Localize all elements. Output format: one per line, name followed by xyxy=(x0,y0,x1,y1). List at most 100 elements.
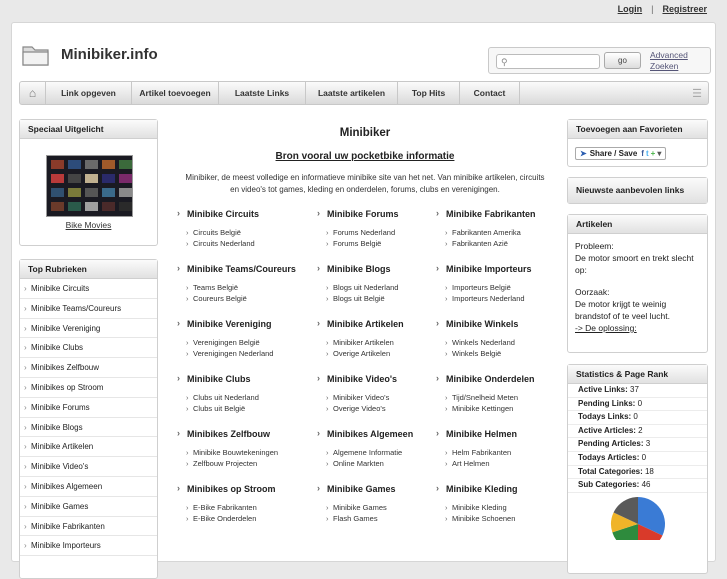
article-cause-label: Oorzaak: xyxy=(575,287,610,297)
page-description: Minibiker, de meest volledige en informa… xyxy=(185,173,545,194)
newest-links-title: Nieuwste aanbevolen links xyxy=(568,178,707,203)
category-title[interactable]: Minibike Fabrikanten xyxy=(434,208,574,219)
stat-row: Pending Links: 0 xyxy=(568,398,707,412)
subcategory-link[interactable]: Winkels Nederland xyxy=(434,337,574,348)
list-item[interactable]: Minibike Forums xyxy=(20,398,157,418)
share-icon: ➤ xyxy=(580,149,587,158)
stat-row: Sub Categories: 46 xyxy=(568,479,707,493)
search-go-button[interactable]: go xyxy=(604,52,641,69)
bike-movies-link[interactable]: Bike Movies xyxy=(20,220,157,230)
category-title[interactable]: Minibike Kleding xyxy=(434,483,574,494)
page-subtitle[interactable]: Bron vooral uw pocketbike informatie xyxy=(170,151,560,162)
list-item[interactable]: Minibike Fabrikanten xyxy=(20,517,157,537)
subcategory-link[interactable]: Importeurs België xyxy=(434,282,574,293)
list-item[interactable]: Minibike Vereniging xyxy=(20,319,157,339)
nav-artikel-toevoegen[interactable]: Artikel toevoegen xyxy=(132,82,219,104)
subcategory-link[interactable]: Clubs uit België xyxy=(175,403,315,414)
subcategory-link[interactable]: Minibike Bouwtekeningen xyxy=(175,447,315,458)
category-block: Minibike Helmen Helm FabrikantenArt Helme… xyxy=(434,428,574,469)
category-title[interactable]: Minibike Helmen xyxy=(434,428,574,439)
nav-top-hits[interactable]: Top Hits xyxy=(398,82,460,104)
stat-value: 0 xyxy=(635,398,643,408)
search-input[interactable]: ⚲ xyxy=(496,54,600,69)
list-item[interactable]: Minibike Circuits xyxy=(20,279,157,299)
category-title[interactable]: Minibikes op Stroom xyxy=(175,483,315,494)
list-item[interactable]: Minibikes op Stroom xyxy=(20,378,157,398)
site-header: Minibiker.info xyxy=(21,41,201,73)
stat-label: Sub Categories: xyxy=(578,480,640,490)
stat-value: 3 xyxy=(643,439,651,449)
list-item[interactable]: Minibike Blogs xyxy=(20,418,157,438)
subcategory-link[interactable]: Minibike Schoenen xyxy=(434,513,574,524)
subcategory-link[interactable]: Art Helmen xyxy=(434,458,574,469)
stat-value: 0 xyxy=(639,452,647,462)
subcategory-link[interactable]: Clubs uit Nederland xyxy=(175,392,315,403)
login-link[interactable]: Login xyxy=(618,4,643,14)
category-title[interactable]: Minibikes Zelfbouw xyxy=(175,428,315,439)
search-box: ⚲ go Advanced Zoeken xyxy=(488,47,711,74)
stat-row: Todays Links: 0 xyxy=(568,411,707,425)
subcategory-link[interactable]: Tijd/Snelheid Meten xyxy=(434,392,574,403)
bike-movies-thumbnail[interactable] xyxy=(46,155,133,217)
list-item[interactable]: Minibike Importeurs xyxy=(20,536,157,557)
list-item[interactable]: Minibikes Zelfbouw xyxy=(20,358,157,378)
register-link[interactable]: Registreer xyxy=(662,4,707,14)
list-item[interactable]: Minibike Teams/Coureurs xyxy=(20,299,157,319)
article-solution-link[interactable]: -> De oplossing: xyxy=(575,322,700,334)
stat-label: Active Articles: xyxy=(578,425,636,435)
subcategory-link[interactable]: Verenigingen België xyxy=(175,337,315,348)
search-icon: ⚲ xyxy=(501,57,508,67)
subcategory-link[interactable]: Importeurs Nederland xyxy=(434,293,574,304)
subcategory-link[interactable]: Fabrikanten Azië xyxy=(434,238,574,249)
pagerank-pie-chart xyxy=(611,497,665,540)
stat-row: Active Links: 37 xyxy=(568,384,707,398)
rss-icon[interactable]: ☰ xyxy=(686,87,708,100)
subcategory-link[interactable]: Circuits Nederland xyxy=(175,238,315,249)
main-content: Minibiker Bron vooral uw pocketbike info… xyxy=(170,119,560,196)
home-icon[interactable]: ⌂ xyxy=(20,82,46,104)
category-title[interactable]: Minibike Vereniging xyxy=(175,318,315,329)
nav-contact[interactable]: Contact xyxy=(460,82,520,104)
subcategory-link[interactable]: Teams België xyxy=(175,282,315,293)
nav-link-opgeven[interactable]: Link opgeven xyxy=(46,82,132,104)
main-nav: ⌂ Link opgeven Artikel toevoegen Laatste… xyxy=(19,81,709,105)
category-title[interactable]: Minibike Importeurs xyxy=(434,263,574,274)
stat-label: Todays Links: xyxy=(578,412,632,422)
article-cause-text: De motor krijgt te weinig brandstof of t… xyxy=(575,299,670,321)
stat-label: Pending Links: xyxy=(578,398,636,408)
special-box: Speciaal Uitgelicht Bike Movies xyxy=(19,119,158,246)
category-title[interactable]: Minibike Circuits xyxy=(175,208,315,219)
subcategory-link[interactable]: Fabrikanten Amerika xyxy=(434,227,574,238)
category-title[interactable]: Minibike Winkels xyxy=(434,318,574,329)
subcategory-link[interactable]: Coureurs België xyxy=(175,293,315,304)
subcategory-link[interactable]: Winkels België xyxy=(434,348,574,359)
nav-laatste-artikelen[interactable]: Laatste artikelen xyxy=(306,82,398,104)
subcategory-link[interactable]: Helm Fabrikanten xyxy=(434,447,574,458)
nav-laatste-links[interactable]: Laatste Links xyxy=(219,82,306,104)
favorites-title: Toevoegen aan Favorieten xyxy=(568,120,707,139)
category-title[interactable]: Minibike Clubs xyxy=(175,373,315,384)
list-item[interactable]: Minibike Video's xyxy=(20,457,157,477)
site-logo[interactable]: Minibiker.info xyxy=(61,46,158,63)
subcategory-link[interactable]: Minibike Kleding xyxy=(434,502,574,513)
subcategory-link[interactable]: Zelfbouw Projecten xyxy=(175,458,315,469)
top-rubrieken-box: Top Rubrieken Minibike Circuits Minibike… xyxy=(19,259,158,579)
category-title[interactable]: Minibike Onderdelen xyxy=(434,373,574,384)
subcategory-link[interactable]: Minibike Kettingen xyxy=(434,403,574,414)
list-item[interactable]: Minibike Games xyxy=(20,497,157,517)
top-links: Login | Registreer xyxy=(618,4,707,14)
category-block: Minibike Clubs Clubs uit NederlandClubs u… xyxy=(175,373,315,414)
subcategory-link[interactable]: Verenigingen Nederland xyxy=(175,348,315,359)
list-item[interactable]: Minibikes Algemeen xyxy=(20,477,157,497)
share-save-button[interactable]: ➤ Share / Save f t + ▾ xyxy=(575,147,667,160)
stat-label: Pending Articles: xyxy=(578,439,644,449)
subcategory-link[interactable]: E-Bike Fabrikanten xyxy=(175,502,315,513)
subcategory-link[interactable]: Circuits België xyxy=(175,227,315,238)
category-title[interactable]: Minibike Teams/Coureurs xyxy=(175,263,315,274)
list-item[interactable]: Minibike Artikelen xyxy=(20,437,157,458)
share-label: Share / Save xyxy=(589,149,638,158)
category-block: Minibike Vereniging Verenigingen BelgiëVe… xyxy=(175,318,315,359)
advanced-search-link[interactable]: Advanced Zoeken xyxy=(650,50,700,72)
list-item[interactable]: Minibike Clubs xyxy=(20,338,157,359)
subcategory-link[interactable]: E-Bike Onderdelen xyxy=(175,513,315,524)
